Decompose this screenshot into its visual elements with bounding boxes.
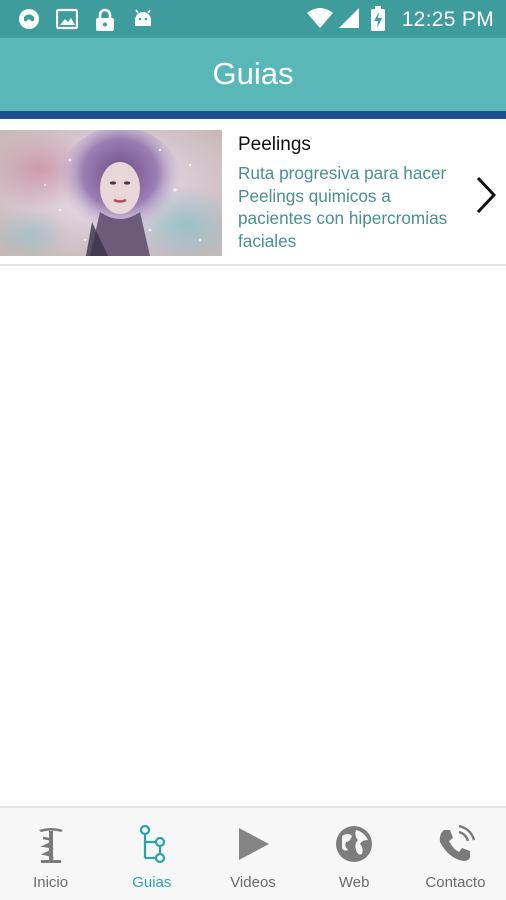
nav-label-contacto: Contacto	[425, 874, 486, 891]
nav-item-inicio[interactable]: Inicio	[0, 808, 101, 900]
app-bar: Guias	[0, 38, 506, 111]
battery-charging-icon	[370, 6, 386, 37]
page-title: Guias	[212, 56, 294, 91]
nav-label-inicio: Inicio	[33, 874, 69, 891]
wifi-icon	[306, 7, 334, 34]
status-time: 12:25 PM	[401, 8, 494, 31]
bottom-navigation: Inicio Guias Videos Web Contacto	[0, 806, 506, 900]
app-bar-divider	[0, 111, 506, 119]
nav-label-guias: Guias	[132, 874, 172, 891]
signal-icon	[338, 7, 360, 34]
guide-thumbnail	[0, 130, 222, 256]
flowchart-icon	[132, 824, 172, 864]
nav-item-guias[interactable]: Guias	[101, 808, 202, 900]
lock-icon	[94, 8, 116, 37]
whatsapp-icon	[18, 8, 40, 35]
guide-title: Peelings	[238, 134, 311, 155]
phone-icon	[435, 824, 476, 864]
nav-label-web: Web	[338, 874, 370, 891]
globe-icon	[334, 824, 374, 864]
nav-item-web[interactable]: Web	[304, 808, 405, 900]
nav-item-videos[interactable]: Videos	[202, 808, 303, 900]
play-icon	[233, 824, 273, 864]
status-bar: 12:25 PM	[0, 0, 506, 38]
android-icon	[132, 8, 154, 35]
nav-label-videos: Videos	[230, 874, 276, 891]
pharmacy-caduceus-icon	[31, 824, 71, 864]
guide-description: Ruta progresiva para hacer Peelings quim…	[238, 163, 448, 251]
chevron-right-icon[interactable]	[472, 175, 500, 215]
image-icon	[55, 8, 79, 35]
guide-list-item[interactable]: Peelings Ruta progresiva para hacer Peel…	[0, 119, 506, 266]
nav-item-contacto[interactable]: Contacto	[405, 808, 506, 900]
